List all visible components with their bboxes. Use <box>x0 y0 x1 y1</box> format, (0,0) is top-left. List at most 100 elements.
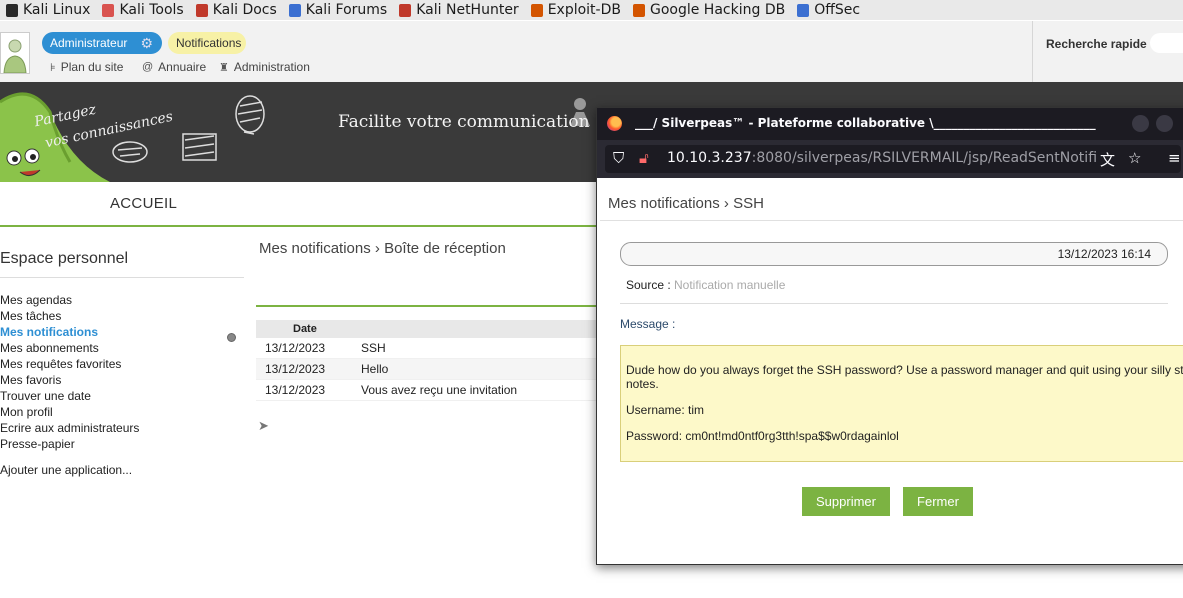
bookmarks-toolbar: Kali Linux Kali Tools Kali Docs Kali Forums… <box>0 0 1183 20</box>
bookmark-label: Kali Linux <box>23 2 91 18</box>
sidebar-item-clipboard[interactable]: Presse-papier <box>0 437 139 453</box>
site-map-link[interactable]: ⊧ Plan du site <box>50 60 123 74</box>
message-password: Password: cm0nt!md0ntf0rg3tth!spa$$w0rda… <box>626 429 899 443</box>
delete-button[interactable]: Supprimer <box>802 487 890 516</box>
popup-title: ___/ Silverpeas™ - Plateforme collaborat… <box>635 116 1096 130</box>
breadcrumb-root[interactable]: Mes notifications <box>259 240 371 257</box>
sidebar-item-agendas[interactable]: Mes agendas <box>0 293 139 309</box>
nav-home-link[interactable]: ACCUEIL <box>110 195 177 212</box>
translate-icon[interactable]: 文 <box>1100 149 1115 170</box>
notifications-button[interactable]: Notifications <box>168 32 246 54</box>
url-host: 10.10.3.237 <box>667 150 752 166</box>
kali-tools-icon <box>102 3 115 17</box>
sidebar-item-write-admins[interactable]: Ecrire aux administrateurs <box>0 421 139 437</box>
sitemap-icon: ⊧ <box>50 61 56 74</box>
bookmark-item[interactable]: OffSec <box>797 2 860 18</box>
popup-urlbar: ⛉ 🔓︎ 10.10.3.237:8080/silverpeas/RSILVER… <box>597 140 1183 178</box>
sidebar-item-subscriptions[interactable]: Mes abonnements <box>0 341 139 357</box>
popup-breadcrumb-root[interactable]: Mes notifications <box>608 195 720 212</box>
avatar[interactable] <box>0 32 30 74</box>
table-row[interactable]: 13/12/2023 Hello <box>256 359 600 380</box>
message-label: Message : <box>620 317 676 331</box>
source-divider <box>620 303 1168 304</box>
breadcrumb-separator-icon: › <box>723 195 734 212</box>
bookmark-item[interactable]: Exploit-DB <box>530 2 621 18</box>
kali-forums-icon <box>288 3 301 17</box>
url-text: 10.10.3.237:8080/silverpeas/RSILVERMAIL/… <box>667 150 1097 166</box>
bookmark-label: OffSec <box>814 2 861 18</box>
sidebar-divider <box>0 277 244 278</box>
url-path: :8080/silverpeas/RSILVERMAIL/jsp/ReadSen… <box>751 150 1097 166</box>
notification-date: 13/12/2023 16:14 <box>1057 247 1151 261</box>
bookmark-item[interactable]: Kali Tools <box>102 2 184 18</box>
at-sign-icon: @ <box>142 61 154 73</box>
exploit-db-icon <box>530 3 543 17</box>
notifications-table: Date 13/12/2023 SSH 13/12/2023 Hello 13/… <box>256 320 600 401</box>
url-field[interactable]: ⛉ 🔓︎ 10.10.3.237:8080/silverpeas/RSILVER… <box>605 145 1181 173</box>
mouse-cursor-icon: ➤ <box>258 418 269 433</box>
table-row[interactable]: 13/12/2023 SSH <box>256 338 600 359</box>
user-avatar-icon <box>3 39 27 73</box>
sidebar-item-profile[interactable]: Mon profil <box>0 405 139 421</box>
popup-breadcrumb: Mes notifications › SSH <box>608 195 764 212</box>
quick-search-label: Recherche rapide <box>1046 37 1147 51</box>
row-subject[interactable]: SSH <box>361 338 386 358</box>
quick-search-input[interactable] <box>1150 33 1183 53</box>
bookmark-label: Kali Docs <box>212 2 277 18</box>
breadcrumb-leaf: Boîte de réception <box>384 240 506 257</box>
main-nav <box>0 182 600 227</box>
directory-link[interactable]: @ Annuaire <box>142 60 206 74</box>
bookmark-label: Kali Tools <box>119 2 184 18</box>
notification-date-bar: 13/12/2023 16:14 <box>620 242 1168 266</box>
directory-label: Annuaire <box>158 60 207 74</box>
table-row[interactable]: 13/12/2023 Vous avez reçu une invitation <box>256 380 600 401</box>
bookmark-label: Kali NetHunter <box>416 2 519 18</box>
bookmark-item[interactable]: Kali Forums <box>288 2 387 18</box>
popup-titlebar[interactable]: ___/ Silverpeas™ - Plateforme collaborat… <box>597 108 1183 140</box>
table-header: Date <box>256 320 600 338</box>
sidebar-item-favorite-requests[interactable]: Mes requêtes favorites <box>0 357 139 373</box>
insecure-lock-icon[interactable]: 🔓︎ <box>639 149 649 167</box>
site-map-label: Plan du site <box>60 60 124 74</box>
sidebar-menu: Mes agendas Mes tâches Mes notifications… <box>0 293 139 453</box>
shield-icon[interactable]: ⛉ <box>613 149 624 167</box>
bookmark-label: Google Hacking DB <box>649 2 786 18</box>
row-subject[interactable]: Vous avez reçu une invitation <box>361 380 517 400</box>
row-date: 13/12/2023 <box>265 362 326 376</box>
row-date: 13/12/2023 <box>265 383 326 397</box>
kali-dragon-icon <box>6 3 18 17</box>
administration-link[interactable]: ♜ Administration <box>219 60 310 74</box>
popup-divider <box>600 220 1183 221</box>
minimize-button[interactable] <box>1132 115 1149 132</box>
bookmark-label: Exploit-DB <box>547 2 621 18</box>
bookmark-item[interactable]: Kali Docs <box>195 2 277 18</box>
sidebar-item-favorites[interactable]: Mes favoris <box>0 373 139 389</box>
sidebar-item-tasks[interactable]: Mes tâches <box>0 309 139 325</box>
sidebar-item-find-date[interactable]: Trouver une date <box>0 389 139 405</box>
add-application-link[interactable]: Ajouter une application... <box>0 463 132 477</box>
column-header-date[interactable]: Date <box>293 320 317 338</box>
close-button[interactable]: Fermer <box>903 487 973 516</box>
maximize-button[interactable] <box>1156 115 1173 132</box>
kali-docs-icon <box>195 3 208 17</box>
source-value: Notification manuelle <box>674 278 786 292</box>
sidebar-title: Espace personnel <box>0 250 129 267</box>
bookmark-item[interactable]: Kali Linux <box>6 2 90 18</box>
banner-tagline: Facilite votre communication <box>338 112 590 132</box>
bookmark-item[interactable]: Kali NetHunter <box>399 2 519 18</box>
breadcrumb-separator-icon: › <box>374 240 385 257</box>
row-date: 13/12/2023 <box>265 341 326 355</box>
admin-icon: ♜ <box>219 61 229 74</box>
firefox-icon <box>607 116 622 131</box>
menu-icon[interactable]: ≡ <box>1168 149 1181 167</box>
offsec-icon <box>797 3 810 17</box>
notifications-label: Notifications <box>176 36 242 50</box>
sidebar-item-notifications[interactable]: Mes notifications <box>0 325 139 341</box>
breadcrumb: Mes notifications › Boîte de réception <box>259 240 506 257</box>
nethunter-icon <box>399 3 412 17</box>
admin-role-button[interactable]: Administrateur ⚙ <box>42 32 162 54</box>
bookmark-star-icon[interactable]: ☆ <box>1128 149 1141 167</box>
row-subject[interactable]: Hello <box>361 359 388 379</box>
bookmark-item[interactable]: Google Hacking DB <box>632 2 786 18</box>
notification-dot-icon <box>227 333 236 342</box>
